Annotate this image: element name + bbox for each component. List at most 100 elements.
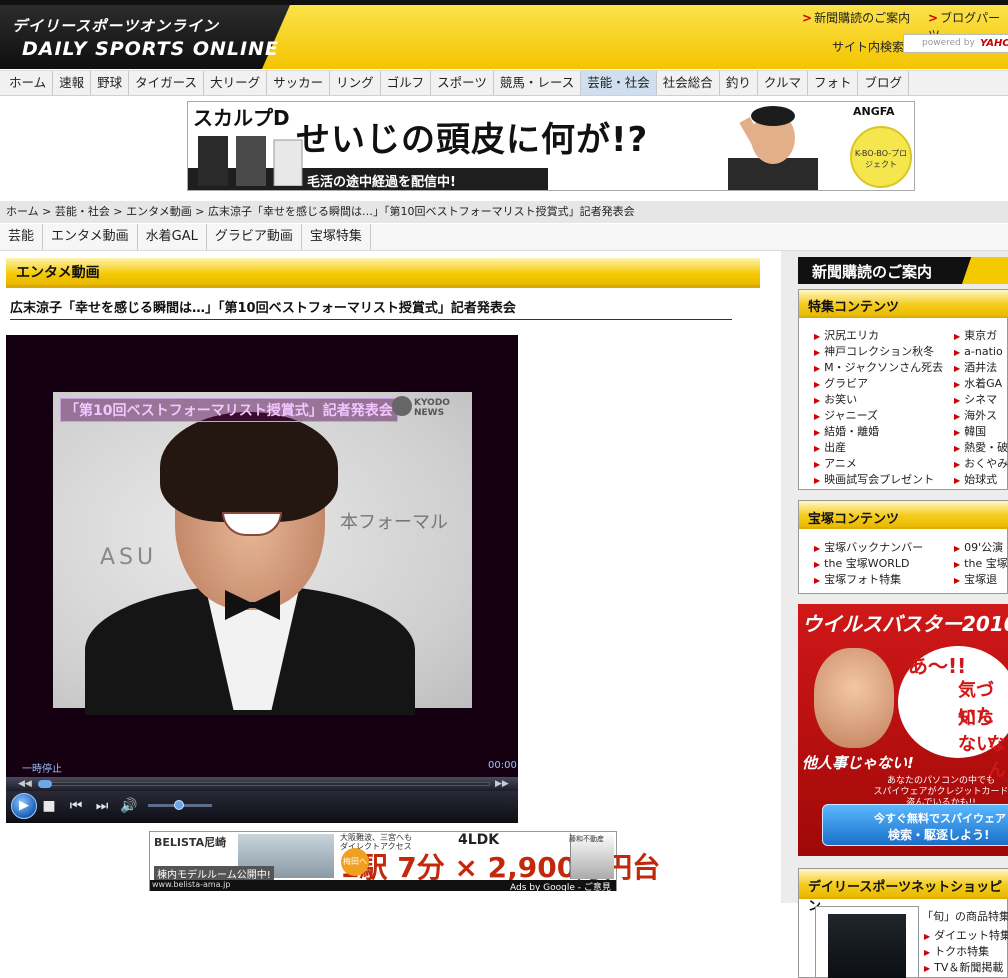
- takarazuka-title: 宝塚コンテンツ: [808, 512, 900, 527]
- sidebar-link[interactable]: 出産: [814, 440, 943, 456]
- sidebar-link[interactable]: M・ジャクソンさん死去: [814, 360, 943, 376]
- sidebar-link[interactable]: 神戸コレクション秋冬: [814, 344, 943, 360]
- nav-item[interactable]: 速報: [53, 71, 92, 95]
- sidebar-link[interactable]: 酒井法: [954, 360, 1008, 376]
- sidebar-link[interactable]: 東京ガ: [954, 328, 1008, 344]
- ads-by-google-link[interactable]: Ads by Google - ご意見: [510, 880, 611, 893]
- sidebar-link[interactable]: the 宝塚WORLD: [814, 556, 923, 572]
- sidebar-link[interactable]: 宝塚バックナンバー: [814, 540, 923, 556]
- takarazuka-list-left: 宝塚バックナンバーthe 宝塚WORLD宝塚フォト特集: [814, 540, 923, 588]
- time-display: 00:00: [488, 760, 517, 771]
- banner-headline: せいじの頭皮に何が!?: [296, 120, 649, 160]
- nav-item[interactable]: スポーツ: [431, 71, 494, 95]
- banner-subline: 毛活の途中経過を配信中!: [307, 175, 456, 190]
- sub-nav: 芸能 エンタメ動画 水着GAL グラビア動画 宝塚特集: [0, 224, 1008, 251]
- virus-small-1: あなたのパソコンの中でも: [886, 776, 995, 786]
- sidebar-link[interactable]: a-natio: [954, 344, 1008, 360]
- volume-thumb[interactable]: [174, 800, 184, 810]
- nav-item[interactable]: クルマ: [758, 71, 808, 95]
- takarazuka-list-right: 09'公演the 宝塚宝塚退: [954, 540, 1008, 588]
- sidebar-link[interactable]: 熱愛・破: [954, 440, 1008, 456]
- previous-button[interactable]: ⏮: [66, 794, 86, 818]
- seek-track[interactable]: [38, 782, 490, 786]
- stop-button[interactable]: ■: [40, 794, 58, 818]
- sidebar-link[interactable]: おくやみ: [954, 456, 1008, 472]
- nav-item[interactable]: 社会総合: [657, 71, 720, 95]
- sidebar-link[interactable]: 海外ス: [954, 408, 1008, 424]
- shopping-lead: 「旬」の商品特集: [922, 910, 1008, 923]
- featured-title: 特集コンテンツ: [808, 300, 900, 315]
- sidebar-link[interactable]: トクホ特集: [924, 944, 1008, 960]
- subnav-item[interactable]: エンタメ動画: [43, 224, 138, 250]
- virus-ad-title: ウイルスバスター2010: [802, 612, 1008, 636]
- subnav-item[interactable]: 水着GAL: [138, 224, 207, 250]
- sidebar-link[interactable]: TV＆新聞掲載: [924, 960, 1008, 976]
- nav-item[interactable]: サッカー: [267, 71, 331, 95]
- volume-button[interactable]: 🔊: [118, 794, 140, 818]
- sidebar-link[interactable]: 韓国: [954, 424, 1008, 440]
- virus-small-2: スパイウェアがクレジットカード: [873, 787, 1008, 797]
- sidebar-link[interactable]: 水着GA: [954, 376, 1008, 392]
- rewind-icon[interactable]: ◀◀: [18, 779, 32, 789]
- nav-item[interactable]: 芸能・社会: [581, 71, 657, 95]
- sidebar-link[interactable]: お笑い: [814, 392, 943, 408]
- nav-item[interactable]: 競馬・レース: [494, 71, 582, 95]
- fast-forward-icon[interactable]: ▶▶: [495, 779, 509, 789]
- sidebar-link[interactable]: the 宝塚: [954, 556, 1008, 572]
- nav-item[interactable]: タイガース: [129, 71, 205, 95]
- virus-button-line-2: 検索・駆逐しよう!: [888, 828, 990, 842]
- sidebar-link[interactable]: ダイエット特集: [924, 928, 1008, 944]
- subscribe-link[interactable]: > 新聞購読のご案内: [802, 9, 910, 26]
- playback-status: 一時停止: [22, 764, 62, 775]
- sidebar-link[interactable]: 宝塚退: [954, 572, 1008, 588]
- sidebar-link[interactable]: アニメ: [814, 456, 943, 472]
- logo-english: DAILY SPORTS ONLINE: [22, 38, 279, 60]
- ad-model-room: 棟内モデルルーム公開中!: [154, 866, 274, 881]
- featured-list-left: 沢尻エリカ神戸コレクション秋冬M・ジャクソンさん死去グラビアお笑いジャニーズ結婚…: [814, 328, 943, 488]
- sidebar-link[interactable]: 映画試写会プレゼント: [814, 472, 943, 488]
- sidebar-link[interactable]: グラビア: [814, 376, 943, 392]
- subnav-item[interactable]: 宝塚特集: [302, 224, 371, 250]
- next-button[interactable]: ⏭: [92, 794, 112, 818]
- kyodo-line-2: NEWS: [414, 408, 445, 418]
- tv-product-image: [828, 914, 906, 978]
- video-caption: 「第10回ベストフォーマリスト授賞式」記者発表会: [60, 398, 398, 422]
- nav-item[interactable]: ホーム: [3, 71, 54, 95]
- sidebar-link[interactable]: 09'公演: [954, 540, 1008, 556]
- banner-badge: K-BO-BO-プロジェクト: [850, 126, 912, 188]
- nav-item[interactable]: ゴルフ: [381, 71, 432, 95]
- nav-item[interactable]: 野球: [91, 71, 130, 95]
- virus-button-line-1: 今すぐ無料でスパイウェア: [874, 812, 1006, 825]
- arrow-icon: >: [928, 11, 939, 25]
- nav-item[interactable]: ブログ: [858, 71, 909, 95]
- section-header-bar: [6, 258, 760, 288]
- ad-url[interactable]: www.belista-ama.jp: [152, 880, 230, 889]
- comedian-photo: [728, 106, 818, 190]
- nav-item[interactable]: リング: [330, 71, 381, 95]
- featured-list-right: 東京ガa-natio酒井法水着GAシネマ海外ス韓国熱愛・破おくやみ始球式: [954, 328, 1008, 488]
- play-button[interactable]: ▶: [11, 793, 37, 819]
- breadcrumb[interactable]: ホーム > 芸能・社会 > エンタメ動画 > 広末涼子「幸せを感じる瞬間は…」「…: [0, 201, 1008, 223]
- sidebar-link[interactable]: 宝塚フォト特集: [814, 572, 923, 588]
- ad-access-line-1: 大阪難波、三宮へも: [340, 833, 412, 842]
- sidebar-link[interactable]: 結婚・離婚: [814, 424, 943, 440]
- subscribe-banner-label: 新聞購読のご案内: [812, 263, 933, 281]
- nav-item[interactable]: 釣り: [720, 71, 758, 95]
- backdrop-text: 本フォーマル: [340, 512, 448, 533]
- subnav-item[interactable]: 芸能: [0, 224, 44, 250]
- arrow-icon: >: [802, 11, 813, 25]
- nav-item[interactable]: フォト: [808, 71, 859, 95]
- sidebar-link[interactable]: 始球式: [954, 472, 1008, 488]
- backdrop-text: ASU: [100, 545, 158, 570]
- sidebar-link[interactable]: 沢尻エリカ: [814, 328, 943, 344]
- sidebar-link[interactable]: ジャニーズ: [814, 408, 943, 424]
- sidebar-link[interactable]: シネマ: [954, 392, 1008, 408]
- virus-ad-tagline: 他人事じゃない!: [802, 754, 914, 772]
- kyodo-line-1: KYODO: [414, 398, 450, 408]
- ad-umeda-badge: 梅田へ: [341, 848, 369, 876]
- subnav-item[interactable]: グラビア動画: [207, 224, 302, 250]
- shopping-list: ダイエット特集トクホ特集TV＆新聞掲載: [924, 928, 1008, 976]
- nav-item[interactable]: 大リーグ: [204, 71, 268, 95]
- kyodo-logo-text: KYODO NEWS: [414, 398, 450, 418]
- seek-thumb[interactable]: [38, 780, 52, 788]
